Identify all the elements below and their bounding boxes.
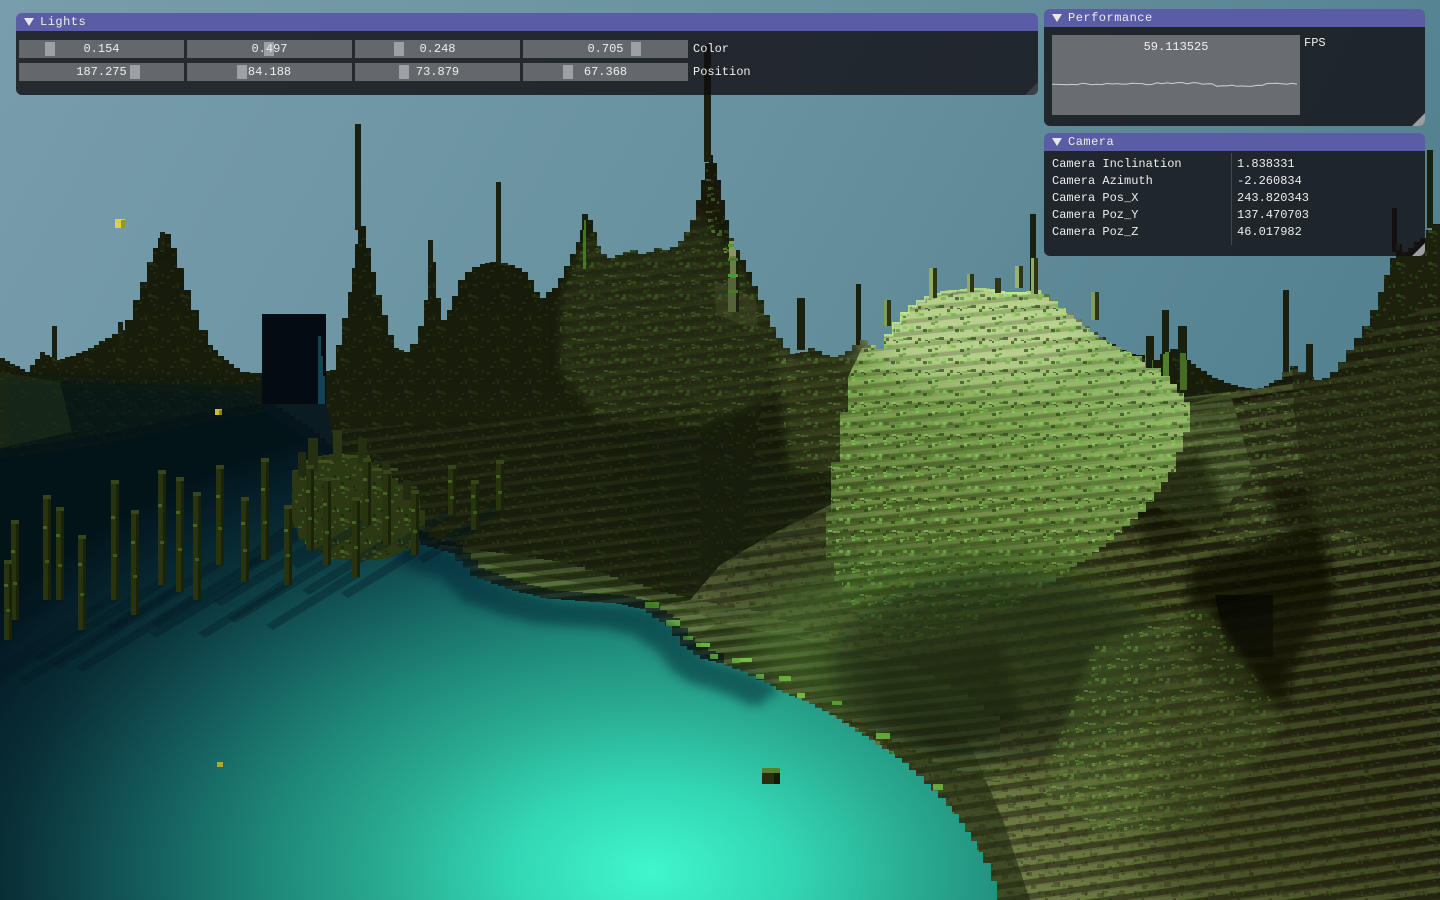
svg-text:59.113525: 59.113525 — [1144, 40, 1209, 54]
